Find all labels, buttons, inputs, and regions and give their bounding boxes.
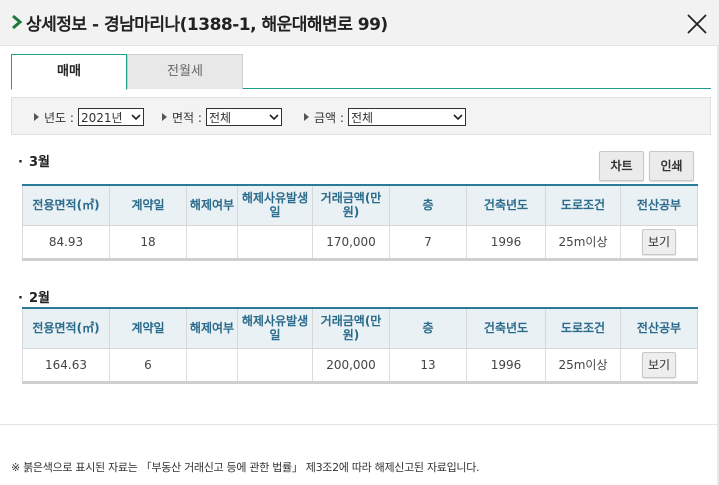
cell-price: 200,000 — [312, 347, 390, 384]
cell-contract-day: 6 — [109, 347, 187, 384]
year-select[interactable]: 2021년 — [77, 108, 144, 126]
chevron-down-icon — [267, 109, 281, 125]
tab-bar: 전월세 매매 — [11, 54, 711, 90]
triangle-bullet-icon — [304, 113, 309, 121]
column-header: 전산공부 — [620, 184, 698, 226]
column-header: 거래금액(만원) — [312, 307, 390, 349]
column-header: 해제사유발생일 — [237, 184, 313, 226]
amount-select[interactable]: 전체 — [347, 108, 466, 126]
amount-select-value: 전체 — [350, 110, 374, 125]
divider — [0, 424, 719, 425]
table-header-row: 전용면적(㎡) 계약일 해제여부 해제사유발생일 거래금액(만원) 층 건축년도… — [22, 184, 698, 226]
column-header: 전용면적(㎡) — [22, 184, 110, 226]
month-heading: · 2월 — [18, 287, 50, 306]
area-select-value: 전체 — [208, 110, 232, 125]
column-header: 층 — [389, 307, 467, 349]
column-header: 층 — [389, 184, 467, 226]
triangle-bullet-icon — [162, 113, 167, 121]
cell-cancel-date — [237, 224, 313, 261]
page-title: 상세정보 - 경남마리나(1388-1, 해운대해변로 99) — [26, 14, 388, 35]
close-icon[interactable] — [684, 11, 710, 37]
column-header: 도로조건 — [545, 307, 621, 349]
amount-filter-label: 금액 : — [314, 110, 344, 125]
view-button[interactable]: 보기 — [642, 351, 676, 378]
cell-built-year: 1996 — [466, 347, 546, 384]
transaction-table: 전용면적(㎡) 계약일 해제여부 해제사유발생일 거래금액(만원) 층 건축년도… — [22, 184, 698, 261]
chevron-right-icon — [12, 14, 23, 30]
cell-cancel — [186, 347, 238, 384]
cell-cancel — [186, 224, 238, 261]
bullet-dot: · — [18, 155, 23, 170]
column-header: 전용면적(㎡) — [22, 307, 110, 349]
month-label: 3월 — [28, 155, 50, 170]
cell-view: 보기 — [620, 224, 698, 261]
column-header: 해제여부 — [186, 307, 238, 349]
column-header: 거래금액(만원) — [312, 184, 390, 226]
chevron-down-icon — [129, 109, 143, 125]
area-select[interactable]: 전체 — [205, 108, 282, 126]
year-filter: 년도 : 2021년 — [34, 108, 144, 126]
year-filter-label: 년도 : — [44, 110, 74, 125]
bullet-dot: · — [18, 291, 23, 306]
column-header: 건축년도 — [466, 184, 546, 226]
cell-cancel-date — [237, 347, 313, 384]
chevron-down-icon — [451, 109, 465, 125]
transaction-table: 전용면적(㎡) 계약일 해제여부 해제사유발생일 거래금액(만원) 층 건축년도… — [22, 307, 698, 384]
column-header: 해제사유발생일 — [237, 307, 313, 349]
cell-area: 164.63 — [22, 347, 110, 384]
column-header: 건축년도 — [466, 307, 546, 349]
cell-road: 25m이상 — [545, 224, 621, 261]
cell-price: 170,000 — [312, 224, 390, 261]
table-header-row: 전용면적(㎡) 계약일 해제여부 해제사유발생일 거래금액(만원) 층 건축년도… — [22, 307, 698, 349]
column-header: 전산공부 — [620, 307, 698, 349]
column-header: 계약일 — [109, 184, 187, 226]
column-header: 해제여부 — [186, 184, 238, 226]
cell-built-year: 1996 — [466, 224, 546, 261]
cell-view: 보기 — [620, 347, 698, 384]
cell-floor: 7 — [389, 224, 467, 261]
area-filter-label: 면적 : — [172, 110, 202, 125]
column-header: 도로조건 — [545, 184, 621, 226]
table-row: 84.93 18 170,000 7 1996 25m이상 보기 — [22, 224, 698, 261]
view-button[interactable]: 보기 — [642, 228, 676, 255]
month-heading: · 3월 — [18, 151, 50, 170]
tab-sale[interactable]: 매매 — [11, 54, 127, 90]
month-label: 2월 — [28, 291, 50, 306]
table-row: 164.63 6 200,000 13 1996 25m이상 보기 — [22, 347, 698, 384]
title-wrap: 상세정보 - 경남마리나(1388-1, 해운대해변로 99) — [10, 10, 388, 35]
footnote: ※ 붉은색으로 표시된 자료는 「부동산 거래신고 등에 관한 법률」 제3조2… — [11, 461, 480, 474]
year-select-value: 2021년 — [80, 110, 123, 125]
title-bar: 상세정보 - 경남마리나(1388-1, 해운대해변로 99) — [0, 0, 719, 46]
area-filter: 면적 : 전체 — [162, 108, 282, 126]
filter-bar: 년도 : 2021년 면적 : 전체 금액 : 전체 — [11, 97, 711, 135]
tab-rent[interactable]: 전월세 — [127, 54, 243, 89]
cell-floor: 13 — [389, 347, 467, 384]
column-header: 계약일 — [109, 307, 187, 349]
amount-filter: 금액 : 전체 — [304, 108, 466, 126]
cell-road: 25m이상 — [545, 347, 621, 384]
cell-area: 84.93 — [22, 224, 110, 261]
chart-button[interactable]: 차트 — [599, 151, 644, 181]
cell-contract-day: 18 — [109, 224, 187, 261]
print-button[interactable]: 인쇄 — [649, 151, 694, 181]
triangle-bullet-icon — [34, 113, 39, 121]
